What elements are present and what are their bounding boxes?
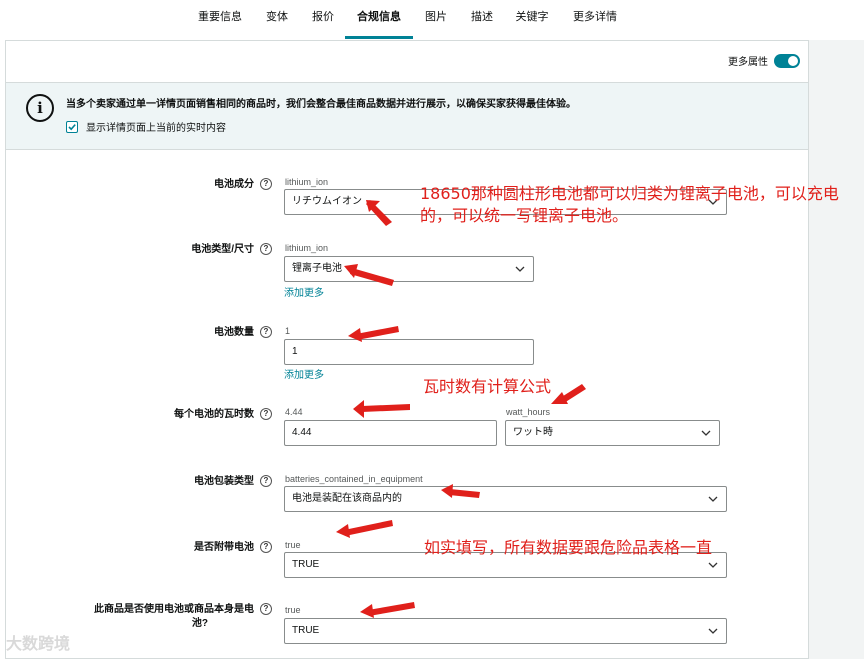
live-content-option: 显示详情页面上当前的实时内容 bbox=[66, 119, 226, 134]
tab-bar: 重要信息 变体 报价 合规信息 图片 描述 关键字 更多详情 bbox=[0, 0, 864, 40]
annotation-note-2: 瓦时数有计算公式 bbox=[423, 377, 552, 396]
info-banner: i 当多个卖家通过单一详情页面销售相同的商品时，我们会整合最佳商品数据并进行展示… bbox=[6, 82, 808, 150]
live-content-label: 显示详情页面上当前的实时内容 bbox=[86, 123, 226, 134]
battery-composition-hint: lithium_ion bbox=[285, 177, 329, 187]
tab-offer[interactable]: 报价 bbox=[308, 0, 338, 40]
help-icon[interactable]: ? bbox=[260, 541, 272, 554]
battery-count-add-more-link[interactable]: 添加更多 bbox=[284, 366, 324, 381]
tab-description[interactable]: 描述 bbox=[467, 0, 497, 40]
batteries-required-label: 此商品是否使用电池或商品本身是电? 池? bbox=[94, 603, 272, 631]
chevron-down-icon bbox=[708, 496, 718, 502]
info-icon: i bbox=[26, 94, 54, 122]
batteries-included-value: TRUE bbox=[292, 559, 320, 570]
help-icon[interactable]: ? bbox=[260, 326, 272, 339]
watt-hours-input[interactable]: 4.44 bbox=[284, 420, 497, 446]
battery-packaging-select[interactable]: 电池是装配在该商品内的 bbox=[284, 486, 727, 512]
more-attributes-toggle-group: 更多属性 bbox=[728, 53, 800, 68]
watt-hours-label: 每个电池的瓦时数? bbox=[174, 405, 272, 421]
battery-type-value: 锂离子电池 bbox=[292, 263, 342, 274]
chevron-down-icon bbox=[708, 628, 718, 634]
tab-more-details[interactable]: 更多详情 bbox=[570, 0, 620, 40]
page-gutter bbox=[809, 40, 864, 659]
watt-hours-unit-hint: watt_hours bbox=[506, 407, 551, 417]
batteries-required-select[interactable]: TRUE bbox=[284, 618, 727, 644]
live-content-checkbox[interactable] bbox=[66, 120, 78, 133]
watt-hours-unit-select[interactable]: ワット時 bbox=[505, 420, 720, 446]
battery-composition-value: リチウムイオン bbox=[292, 196, 362, 207]
help-icon[interactable]: ? bbox=[260, 408, 272, 421]
battery-count-input[interactable]: 1 bbox=[284, 339, 534, 365]
battery-type-hint: lithium_ion bbox=[285, 243, 329, 253]
battery-type-add-more-link[interactable]: 添加更多 bbox=[284, 284, 324, 299]
info-text: 当多个卖家通过单一详情页面销售相同的商品时，我们会整合最佳商品数据并进行展示，以… bbox=[66, 99, 576, 110]
watermark: 大数跨境 bbox=[6, 636, 71, 653]
tab-keywords[interactable]: 关键字 bbox=[512, 0, 552, 40]
watt-hours-hint: 4.44 bbox=[285, 407, 303, 417]
help-icon[interactable]: ? bbox=[260, 178, 272, 191]
help-icon[interactable]: ? bbox=[260, 603, 272, 616]
batteries-required-value: TRUE bbox=[292, 625, 320, 636]
annotation-note-1-line-1: 18650那种圆柱形电池都可以归类为锂离子电池，可以充电 bbox=[420, 184, 839, 203]
battery-type-label: 电池类型/尺寸? bbox=[191, 240, 272, 256]
help-icon[interactable]: ? bbox=[260, 243, 272, 256]
toggle-knob bbox=[788, 55, 798, 66]
battery-type-select[interactable]: 锂离子电池 bbox=[284, 256, 534, 282]
battery-packaging-label: 电池包装类型? bbox=[194, 472, 272, 488]
more-attributes-toggle[interactable] bbox=[774, 53, 800, 68]
tab-images[interactable]: 图片 bbox=[421, 0, 451, 40]
active-tab-indicator bbox=[345, 36, 413, 39]
tab-variations[interactable]: 变体 bbox=[262, 0, 292, 40]
chevron-down-icon bbox=[701, 430, 711, 436]
annotation-note-3: 如实填写，所有数据要跟危险品表格一直 bbox=[424, 538, 713, 557]
check-icon bbox=[68, 123, 76, 130]
batteries-included-label: 是否附带电池? bbox=[194, 538, 272, 554]
battery-count-hint: 1 bbox=[285, 326, 291, 336]
chevron-down-icon bbox=[708, 562, 718, 568]
tab-key-info[interactable]: 重要信息 bbox=[196, 0, 244, 40]
battery-composition-label: 电池成分? bbox=[214, 175, 272, 191]
annotation-note-1-line-2: 的，可以统一写锂离子电池。 bbox=[420, 206, 629, 225]
chevron-down-icon bbox=[515, 266, 525, 272]
battery-count-label: 电池数量? bbox=[214, 323, 272, 339]
more-attributes-label: 更多属性 bbox=[728, 57, 768, 68]
battery-packaging-hint: batteries_contained_in_equipment bbox=[285, 474, 423, 484]
help-icon[interactable]: ? bbox=[260, 475, 272, 488]
watt-hours-unit-value: ワット時 bbox=[513, 427, 553, 438]
batteries-included-hint: true bbox=[285, 540, 301, 550]
tab-compliance[interactable]: 合规信息 bbox=[352, 0, 406, 40]
batteries-required-hint: true bbox=[285, 605, 301, 615]
battery-packaging-value: 电池是装配在该商品内的 bbox=[292, 493, 402, 504]
